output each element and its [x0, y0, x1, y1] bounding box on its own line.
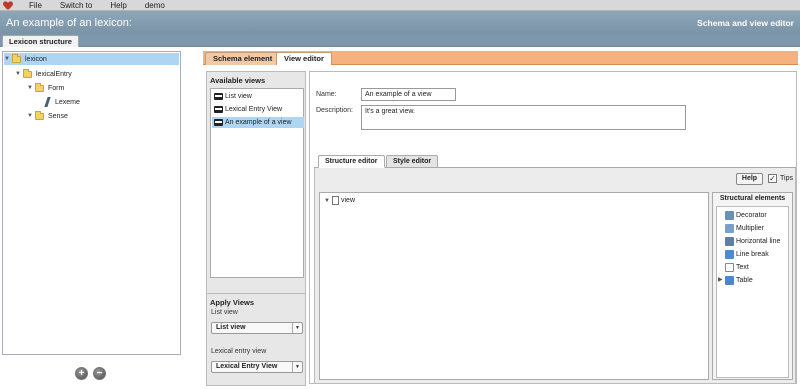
- expand-arrow-icon[interactable]: ▶: [718, 276, 723, 283]
- tab-style-editor[interactable]: Style editor: [386, 155, 439, 168]
- lexical-entry-select-value: Lexical Entry View: [216, 363, 278, 370]
- chevron-down-icon: ▼: [292, 323, 302, 333]
- element-horizontal-line[interactable]: Horizontal line: [725, 236, 780, 247]
- editor-inner-tabs: Structure editor Style editor: [314, 155, 796, 168]
- tree-item-lexicon[interactable]: ▼ lexicon: [4, 53, 179, 65]
- folder-icon: [12, 53, 21, 63]
- app-logo-icon: [4, 1, 13, 10]
- table-icon: [725, 276, 734, 285]
- tree-item-label: Lexeme: [55, 98, 80, 106]
- menu-demo[interactable]: demo: [145, 1, 165, 10]
- element-text[interactable]: Text: [725, 262, 749, 273]
- tips-checkbox[interactable]: ✓: [768, 174, 777, 183]
- view-item-label: Lexical Entry View: [225, 106, 283, 113]
- folder-icon: [35, 110, 44, 120]
- structural-elements-panel: Structural elements Decorator Multiplier…: [712, 192, 793, 380]
- expand-arrow-icon[interactable]: ▼: [27, 85, 35, 91]
- element-label: Horizontal line: [736, 238, 781, 245]
- list-view-select-value: List view: [216, 324, 246, 331]
- multiplier-icon: [725, 224, 734, 233]
- chevron-down-icon: ▼: [292, 362, 302, 372]
- view-item-lexical-entry-view[interactable]: Lexical Entry View: [212, 104, 304, 115]
- tree-item-label: Form: [48, 84, 65, 92]
- expand-arrow-icon[interactable]: ▼: [324, 198, 332, 204]
- decorator-icon: [725, 211, 734, 220]
- views-list: List view Lexical Entry View An example …: [210, 88, 304, 278]
- view-icon: [214, 93, 223, 100]
- description-input[interactable]: It's a great view.: [361, 105, 686, 130]
- tree-item-lexeme[interactable]: Lexeme: [43, 96, 80, 108]
- document-icon: [332, 196, 339, 205]
- lexical-entry-view-select[interactable]: Lexical Entry View ▼: [211, 361, 303, 373]
- element-decorator[interactable]: Decorator: [725, 210, 767, 221]
- structural-elements-list: Decorator Multiplier Horizontal line Lin…: [716, 206, 789, 378]
- lexicon-tree-panel: ▼ lexicon ▼ lexicalEntry ▼ Form Lexeme ▼…: [2, 51, 181, 355]
- tree-item-label: lexicalEntry: [36, 70, 72, 78]
- name-input[interactable]: An example of a view: [361, 88, 456, 101]
- page-subtitle: Schema and view editor: [697, 17, 794, 28]
- tab-view-editor[interactable]: View editor: [276, 52, 332, 65]
- list-view-select[interactable]: List view ▼: [211, 322, 303, 334]
- apply-views-panel: Apply Views List view List view ▼ Lexica…: [206, 293, 306, 386]
- tree-item-lexicalentry[interactable]: ▼ lexicalEntry: [15, 68, 72, 80]
- editor-area: Schema element View editor Available vie…: [203, 51, 798, 386]
- available-views-title: Available views: [210, 76, 266, 85]
- element-label: Decorator: [736, 212, 767, 219]
- tab-lexicon-structure[interactable]: Lexicon structure: [2, 35, 79, 47]
- editor-tab-strip: Schema element View editor: [203, 51, 798, 65]
- element-label: Multiplier: [736, 225, 765, 232]
- tree-item-sense[interactable]: ▼ Sense: [27, 110, 68, 122]
- element-line-break[interactable]: Line break: [725, 249, 769, 260]
- remove-node-button[interactable]: −: [93, 367, 106, 380]
- expand-arrow-icon[interactable]: ▼: [4, 56, 12, 62]
- tree-item-form[interactable]: ▼ Form: [27, 82, 64, 94]
- element-label: Table: [736, 277, 753, 284]
- description-label: Description:: [316, 107, 353, 114]
- expand-arrow-icon[interactable]: ▼: [27, 113, 35, 119]
- view-root-label: view: [341, 197, 356, 204]
- name-label: Name:: [316, 91, 337, 98]
- help-button[interactable]: Help: [736, 173, 763, 185]
- element-label: Text: [736, 264, 749, 271]
- expand-arrow-icon[interactable]: ▼: [15, 71, 23, 77]
- tree-item-label: Sense: [48, 112, 68, 120]
- tab-schema-element[interactable]: Schema element: [205, 52, 281, 65]
- view-item-list-view[interactable]: List view: [212, 91, 304, 102]
- lexeme-icon: [43, 97, 51, 107]
- view-editor-panel: Name: An example of a view Description: …: [309, 71, 797, 384]
- add-node-button[interactable]: +: [75, 367, 88, 380]
- title-bar: An example of an lexicon: Schema and vie…: [0, 11, 800, 34]
- tips-label: Tips: [780, 175, 793, 182]
- list-view-label: List view: [211, 309, 238, 316]
- element-table[interactable]: Table: [725, 275, 753, 286]
- element-multiplier[interactable]: Multiplier: [725, 223, 764, 234]
- page-title: An example of an lexicon:: [6, 16, 132, 29]
- structure-canvas[interactable]: ▼ view: [319, 192, 709, 380]
- structure-editor-area: Help ✓ Tips ▼ view Structural elements D…: [314, 168, 796, 384]
- element-label: Line break: [736, 251, 769, 258]
- structural-elements-title: Structural elements: [719, 195, 786, 202]
- menu-file[interactable]: File: [29, 1, 42, 10]
- folder-icon: [35, 82, 44, 92]
- tree-item-label: lexicon: [25, 55, 47, 63]
- view-item-example-view[interactable]: An example of a view: [212, 117, 304, 128]
- view-root-node[interactable]: ▼ view: [324, 196, 355, 205]
- main-tab-strip: Lexicon structure: [0, 34, 800, 47]
- view-item-label: List view: [225, 93, 252, 100]
- tab-structure-editor[interactable]: Structure editor: [318, 155, 385, 168]
- text-icon: [725, 263, 734, 272]
- horizontal-line-icon: [725, 237, 734, 246]
- line-break-icon: [725, 250, 734, 259]
- menu-bar: File Switch to Help demo: [0, 0, 800, 11]
- view-item-label: An example of a view: [225, 119, 292, 126]
- folder-icon: [23, 68, 32, 78]
- menu-help[interactable]: Help: [110, 1, 126, 10]
- view-icon: [214, 106, 223, 113]
- lexical-entry-view-label: Lexical entry view: [211, 348, 267, 355]
- view-icon: [214, 119, 223, 126]
- menu-switch-to[interactable]: Switch to: [60, 1, 92, 10]
